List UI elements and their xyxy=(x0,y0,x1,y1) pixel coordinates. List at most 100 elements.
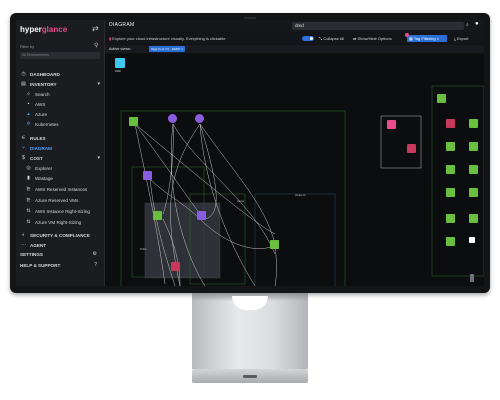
sidebar-item-azure-reserved[interactable]: ⊵ Azure Reserved VMs xyxy=(16,196,104,205)
sidebar-item-inventory[interactable]: ▤ INVENTORY ▾ xyxy=(16,80,104,89)
sidebar-item-aws-rightsizing[interactable]: ⇅ AWS Instance Right-Sizing xyxy=(16,207,104,216)
search-icon[interactable]: ⌕ xyxy=(466,22,469,28)
filter-label: Filter by xyxy=(20,44,35,49)
security-group-icon xyxy=(446,119,455,128)
diagram-svg: subnet private-1b Public xyxy=(120,85,484,286)
aws-rightsizing-icon: ⇅ xyxy=(26,208,31,214)
azure-icon: ▴ xyxy=(27,111,30,117)
sidebar-item-azure[interactable]: ▴ Azure xyxy=(16,110,104,119)
more-icon xyxy=(469,237,475,243)
aws-reserved-icon: ⊵ xyxy=(26,186,31,192)
security-icon: ◐ xyxy=(21,232,26,238)
ec2-icon xyxy=(437,94,446,103)
ec2-icon xyxy=(153,211,162,220)
ec2-icon xyxy=(129,117,138,126)
elb-icon xyxy=(195,114,204,123)
sidebar-item-explorer[interactable]: ◎ Explorer xyxy=(16,164,104,173)
export-button[interactable]: ⤓ Export xyxy=(454,36,468,41)
view-toggle[interactable] xyxy=(302,36,314,41)
sidebar-item-help[interactable]: HELP & SUPPORT? xyxy=(16,261,104,270)
diagram-icon: ⑂ xyxy=(21,145,25,151)
global-search-input[interactable]: dmd xyxy=(292,22,464,30)
sidebar-item-agent[interactable]: ··· AGENT xyxy=(16,241,104,250)
rules-icon: ⚟ xyxy=(21,135,26,141)
elb-icon xyxy=(168,114,177,123)
screen: hyperglance ⇄ Filter by ⚲ All Environmen… xyxy=(16,20,484,286)
close-icon[interactable]: × xyxy=(436,36,439,41)
ec2-icon xyxy=(270,240,279,249)
right-container xyxy=(431,85,484,277)
sidebar: hyperglance ⇄ Filter by ⚲ All Environmen… xyxy=(16,20,105,286)
tag-filtering-button[interactable]: ▦ Tag Filtering × xyxy=(405,33,447,42)
show-hide-options-button[interactable]: ⇄ Show/Hide Options xyxy=(353,36,392,41)
kubernetes-icon: ✲ xyxy=(26,121,31,127)
help-icon: ? xyxy=(94,262,97,268)
diagram-canvas[interactable]: subnet private-1b Public DMD xyxy=(105,54,484,286)
monitor-camera xyxy=(244,17,256,19)
ec2-icon xyxy=(446,214,455,223)
subnet-label: private-1b xyxy=(295,194,306,197)
subnet-label: Public xyxy=(140,248,147,251)
gear-icon: ⚙ xyxy=(92,251,97,257)
stand-port xyxy=(243,375,257,378)
cost-icon: $ xyxy=(22,155,25,161)
inventory-icon: ▤ xyxy=(21,81,26,87)
sidebar-item-diagram[interactable]: ⑂ DIAGRAM xyxy=(16,144,104,153)
filter-icon[interactable]: ⚲ xyxy=(94,42,98,49)
sidebar-item-search[interactable]: ⌕ Search xyxy=(16,90,104,99)
sidebar-item-rules[interactable]: ⚟ RULES xyxy=(16,134,104,143)
toolbar: ▮Explore your cloud infrastructure visua… xyxy=(105,33,484,44)
tag-badge xyxy=(405,33,409,37)
main-area: DIAGRAM dmd ⌕ ● ▮Explore your cloud infr… xyxy=(105,20,484,286)
monitor-frame: hyperglance ⇄ Filter by ⚲ All Environmen… xyxy=(10,13,490,293)
ec2-icon xyxy=(469,142,478,151)
sidebar-item-aws[interactable]: ▪ AWS xyxy=(16,100,104,109)
active-views-label: Active views: xyxy=(109,47,131,51)
azure-reserved-icon: ⊵ xyxy=(26,197,31,203)
sidebar-item-dashboard[interactable]: ◷ DASHBOARD xyxy=(16,70,104,79)
subnet-container-b xyxy=(254,193,336,286)
sidebar-item-security[interactable]: ◐ SECURITY & COMPLIANCE xyxy=(16,231,104,240)
info-icon: ▮ xyxy=(109,36,112,41)
ec2-icon xyxy=(469,165,478,174)
sidebar-item-settings[interactable]: SETTINGS ⚙ xyxy=(16,250,104,259)
ec2-icon xyxy=(446,237,455,246)
active-views-bar: Active views: Tags (1 of ≈≈) - DMD7 × xyxy=(105,45,484,53)
chevron-down-icon: ▾ xyxy=(97,81,100,87)
user-icon[interactable]: ● xyxy=(475,21,483,30)
search-icon: ⌕ xyxy=(27,91,30,97)
agent-icon: ··· xyxy=(21,242,26,248)
active-view-chip[interactable]: Tags (1 of ≈≈) - DMD7 × xyxy=(149,46,185,52)
dashboard-icon: ◷ xyxy=(21,71,26,77)
azure-rightsizing-icon: ⇅ xyxy=(26,219,31,225)
environment-filter-input[interactable]: All Environments xyxy=(20,52,100,59)
security-group-icon xyxy=(407,144,416,153)
lambda-icon xyxy=(143,171,152,180)
sidebar-item-azure-rightsizing[interactable]: ⇅ Azure VM Right-Sizing xyxy=(16,218,104,227)
security-group-icon xyxy=(171,262,180,271)
ec2-icon xyxy=(446,165,455,174)
top-bar: DIAGRAM dmd ⌕ ● xyxy=(105,20,484,32)
ec2-icon xyxy=(469,188,478,197)
sidebar-item-cost[interactable]: $ COST ▾ xyxy=(16,154,104,163)
collapse-all-button[interactable]: ⤡ Collapse All xyxy=(319,36,344,41)
sidebar-collapse-icon[interactable]: ⇄ xyxy=(92,24,99,33)
page-title: DIAGRAM xyxy=(109,22,135,28)
sidebar-item-kubernetes[interactable]: ✲ Kubernetes xyxy=(16,120,104,129)
chevron-down-icon: ▾ xyxy=(97,155,100,161)
aws-icon: ▪ xyxy=(27,101,30,107)
explorer-icon: ◎ xyxy=(26,165,31,171)
target-group-icon xyxy=(197,211,206,220)
zoom-handle xyxy=(470,274,474,282)
sidebar-item-aws-reserved[interactable]: ⊵ AWS Reserved Instances xyxy=(16,185,104,194)
account-icon xyxy=(115,58,125,68)
sidebar-item-wastage[interactable]: ▮ Wastage xyxy=(16,174,104,183)
app-logo[interactable]: hyperglance xyxy=(20,25,67,34)
iam-icon xyxy=(387,120,396,129)
ec2-icon xyxy=(446,188,455,197)
wastage-icon: ▮ xyxy=(27,175,30,181)
explore-hint: ▮Explore your cloud infrastructure visua… xyxy=(109,36,227,41)
ec2-icon xyxy=(446,142,455,151)
ec2-icon xyxy=(469,214,478,223)
ec2-icon xyxy=(469,119,478,128)
